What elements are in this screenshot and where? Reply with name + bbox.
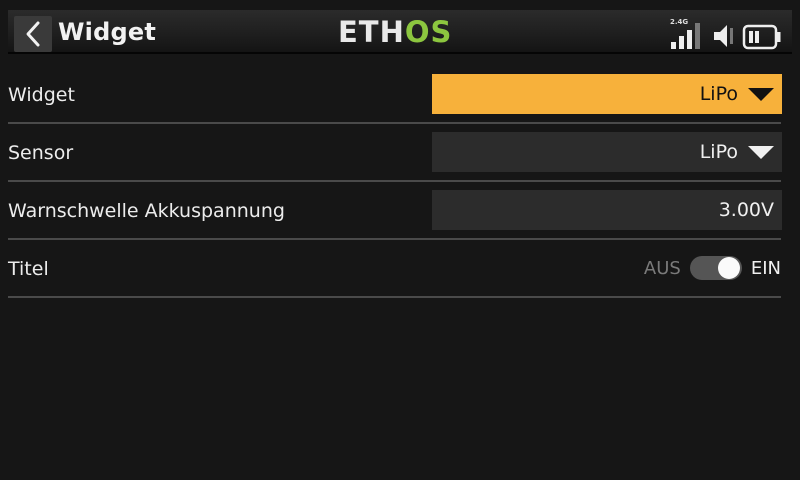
status-icons: 2.4G — [670, 18, 782, 50]
title-label: Titel — [8, 258, 49, 280]
sensor-dropdown[interactable]: LiPo — [432, 132, 782, 172]
voltage-threshold-row: Warnschwelle Akkuspannung 3.00V — [8, 182, 782, 240]
toggle-switch[interactable] — [689, 256, 742, 280]
chevron-left-icon — [26, 21, 40, 47]
title-toggle-row: Titel AUS EIN — [8, 240, 781, 298]
widget-dropdown[interactable]: LiPo — [432, 74, 782, 114]
title-bar: Widget ETHOS 2.4G — [8, 10, 792, 54]
back-button[interactable] — [14, 16, 52, 52]
signal-indicator: 2.4G — [670, 18, 706, 50]
sensor-value: LiPo — [699, 141, 738, 163]
page-title: Widget — [58, 18, 157, 46]
widget-value: LiPo — [699, 83, 738, 105]
dropdown-arrow-icon — [748, 88, 774, 101]
ethos-logo: ETHOS — [338, 16, 452, 48]
top-bar: Widget ETHOS 2.4G — [0, 0, 800, 58]
widget-label: Widget — [8, 84, 75, 106]
title-toggle[interactable]: AUS EIN — [644, 253, 781, 283]
voltage-threshold-value: 3.00V — [718, 199, 774, 221]
battery-icon — [742, 24, 781, 50]
toggle-knob[interactable] — [717, 257, 740, 279]
voltage-threshold-input[interactable]: 3.00V — [432, 190, 782, 230]
dropdown-arrow-icon — [748, 146, 774, 159]
voltage-threshold-label: Warnschwelle Akkuspannung — [8, 200, 285, 222]
logo-text-green: OS — [404, 15, 453, 49]
logo-text-white: ETH — [338, 15, 405, 49]
toggle-off-label: AUS — [643, 257, 681, 279]
widget-row: Widget LiPo — [8, 66, 782, 124]
sensor-label: Sensor — [8, 142, 74, 164]
toggle-on-label: EIN — [750, 257, 781, 279]
sensor-row: Sensor LiPo — [8, 124, 782, 182]
signal-bars-icon — [671, 23, 700, 49]
speaker-icon — [714, 25, 733, 47]
